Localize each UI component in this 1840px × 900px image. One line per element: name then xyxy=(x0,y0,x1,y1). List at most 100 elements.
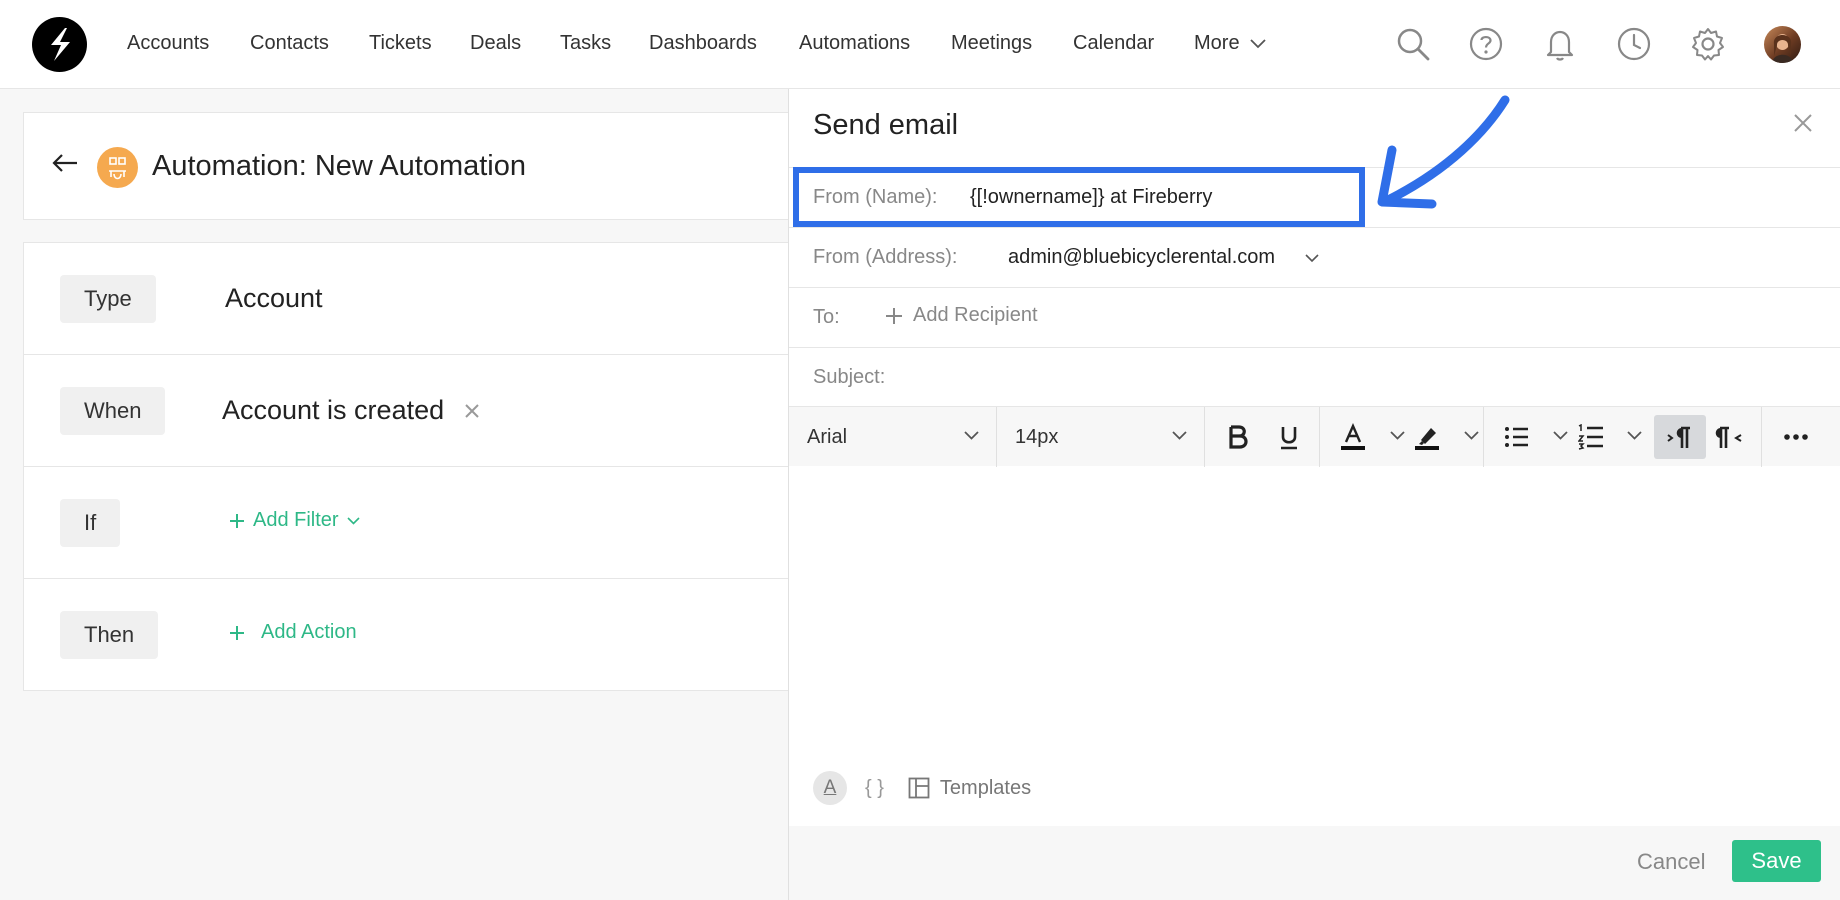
from-address-row: From (Address): admin@bluebicyclerental.… xyxy=(789,227,1840,287)
templates-label: Templates xyxy=(939,776,1032,799)
top-navigation-bar: Accounts Contacts Tickets Deals Tasks Da… xyxy=(0,0,1840,89)
more-options-button[interactable] xyxy=(1774,415,1818,459)
highlighter-icon xyxy=(1415,428,1439,450)
text-color-icon xyxy=(1341,423,1365,450)
remove-trigger-icon[interactable] xyxy=(464,403,480,419)
rule-row-type: Type Account xyxy=(24,243,794,355)
bold-button[interactable] xyxy=(1216,415,1260,459)
drawer-title: Send email xyxy=(813,109,959,141)
editor-bottom-tools: A { } Templates xyxy=(813,768,1031,808)
type-tag: Type xyxy=(60,275,156,323)
rtl-paragraph-icon xyxy=(1715,426,1742,448)
chevron-down-icon[interactable] xyxy=(1390,431,1405,440)
ltr-paragraph-icon xyxy=(1667,426,1690,448)
chevron-down-icon[interactable] xyxy=(1305,254,1319,263)
toolbar-separator xyxy=(1319,407,1320,467)
rule-row-then: Then Add Action xyxy=(24,579,794,691)
rtl-direction-button[interactable] xyxy=(1707,415,1751,459)
nav-accounts[interactable]: Accounts xyxy=(127,32,209,55)
numbered-list-icon xyxy=(1578,424,1603,450)
highlight-color-button[interactable] xyxy=(1405,415,1449,459)
when-value[interactable]: Account is created xyxy=(222,395,444,426)
search-icon[interactable] xyxy=(1394,25,1432,63)
numbered-list-button[interactable] xyxy=(1569,415,1613,459)
toolbar-separator xyxy=(1483,407,1484,467)
editor-toolbar: Arial 14px xyxy=(789,406,1840,467)
add-filter-label: Add Filter xyxy=(253,509,339,531)
ellipsis-icon xyxy=(1784,434,1808,440)
nav-more-menu[interactable]: More xyxy=(1194,32,1266,55)
nav-automations[interactable]: Automations xyxy=(799,32,910,55)
if-tag: If xyxy=(60,499,121,547)
help-icon[interactable] xyxy=(1467,25,1505,63)
chevron-down-icon[interactable] xyxy=(1627,431,1642,440)
font-size-value: 14px xyxy=(1015,426,1059,448)
logo-mark-icon xyxy=(51,28,70,61)
page-title: Automation: New Automation xyxy=(152,150,526,182)
underline-icon xyxy=(1281,427,1297,450)
add-filter-button[interactable]: Add Filter xyxy=(229,509,360,532)
from-address-label: From (Address): xyxy=(813,246,958,268)
drawer-footer: Cancel Save xyxy=(789,826,1840,900)
templates-button[interactable]: Templates xyxy=(908,777,1031,800)
automation-icon xyxy=(97,147,138,188)
from-name-highlight xyxy=(793,167,1365,227)
bullet-list-button[interactable] xyxy=(1495,415,1539,459)
rule-row-when: When Account is created xyxy=(24,355,794,467)
fireberry-logo[interactable] xyxy=(32,17,87,72)
from-address-select[interactable]: admin@bluebicyclerental.com xyxy=(1008,246,1275,269)
close-icon[interactable] xyxy=(1793,113,1813,133)
history-clock-icon[interactable] xyxy=(1615,25,1653,63)
chevron-down-icon xyxy=(964,431,979,440)
plus-icon xyxy=(230,513,244,528)
nav-meetings[interactable]: Meetings xyxy=(951,32,1032,55)
chevron-down-icon xyxy=(347,516,360,525)
add-recipient-label: Add Recipient xyxy=(913,304,1038,326)
avatar-photo-icon xyxy=(1772,34,1793,63)
nav-more-label: More xyxy=(1194,32,1240,54)
nav-calendar[interactable]: Calendar xyxy=(1073,32,1154,55)
chevron-down-icon[interactable] xyxy=(1464,431,1479,440)
nav-tasks[interactable]: Tasks xyxy=(560,32,611,55)
add-action-button[interactable]: Add Action xyxy=(229,621,357,644)
insert-field-button[interactable]: { } xyxy=(865,777,884,800)
nav-contacts[interactable]: Contacts xyxy=(250,32,329,55)
user-avatar[interactable] xyxy=(1764,26,1801,63)
underline-button[interactable] xyxy=(1267,415,1311,459)
font-size-select[interactable]: 14px xyxy=(997,407,1205,467)
font-family-select[interactable]: Arial xyxy=(789,407,997,467)
notifications-bell-icon[interactable] xyxy=(1541,25,1579,63)
subject-label: Subject: xyxy=(813,366,886,388)
to-row: To: Add Recipient xyxy=(789,287,1840,347)
add-action-label: Add Action xyxy=(261,621,357,643)
rule-row-if: If Add Filter xyxy=(24,467,794,579)
template-layout-icon xyxy=(908,777,930,799)
plus-icon xyxy=(886,307,902,324)
nav-tickets[interactable]: Tickets xyxy=(369,32,432,55)
toolbar-separator xyxy=(1761,407,1762,467)
to-label: To: xyxy=(813,306,840,328)
subject-row[interactable]: Subject: xyxy=(789,347,1840,407)
chevron-down-icon[interactable] xyxy=(1553,431,1568,440)
save-button[interactable]: Save xyxy=(1732,840,1821,882)
ltr-direction-button[interactable] xyxy=(1654,415,1706,459)
settings-gear-icon[interactable] xyxy=(1689,25,1727,63)
font-family-value: Arial xyxy=(807,426,848,448)
back-arrow-icon[interactable] xyxy=(52,153,78,173)
bold-icon xyxy=(1229,425,1248,449)
callout-arrow-icon xyxy=(1377,95,1510,209)
send-email-drawer: Send email From (Name): {[!ownername]} a… xyxy=(788,89,1840,900)
then-tag: Then xyxy=(60,611,159,659)
plus-icon xyxy=(230,625,244,640)
nav-dashboards[interactable]: Dashboards xyxy=(649,32,757,55)
text-color-button[interactable] xyxy=(1331,415,1375,459)
add-recipient-button[interactable]: Add Recipient xyxy=(885,304,1038,327)
nav-deals[interactable]: Deals xyxy=(470,32,521,55)
bullet-list-icon xyxy=(1505,427,1528,447)
text-format-button[interactable]: A xyxy=(813,771,847,805)
chevron-down-icon xyxy=(1249,38,1266,48)
type-value[interactable]: Account xyxy=(225,283,323,314)
cancel-button[interactable]: Cancel xyxy=(1637,849,1705,875)
automation-header-card: Automation: New Automation xyxy=(23,112,793,220)
chevron-down-icon xyxy=(1172,431,1187,440)
